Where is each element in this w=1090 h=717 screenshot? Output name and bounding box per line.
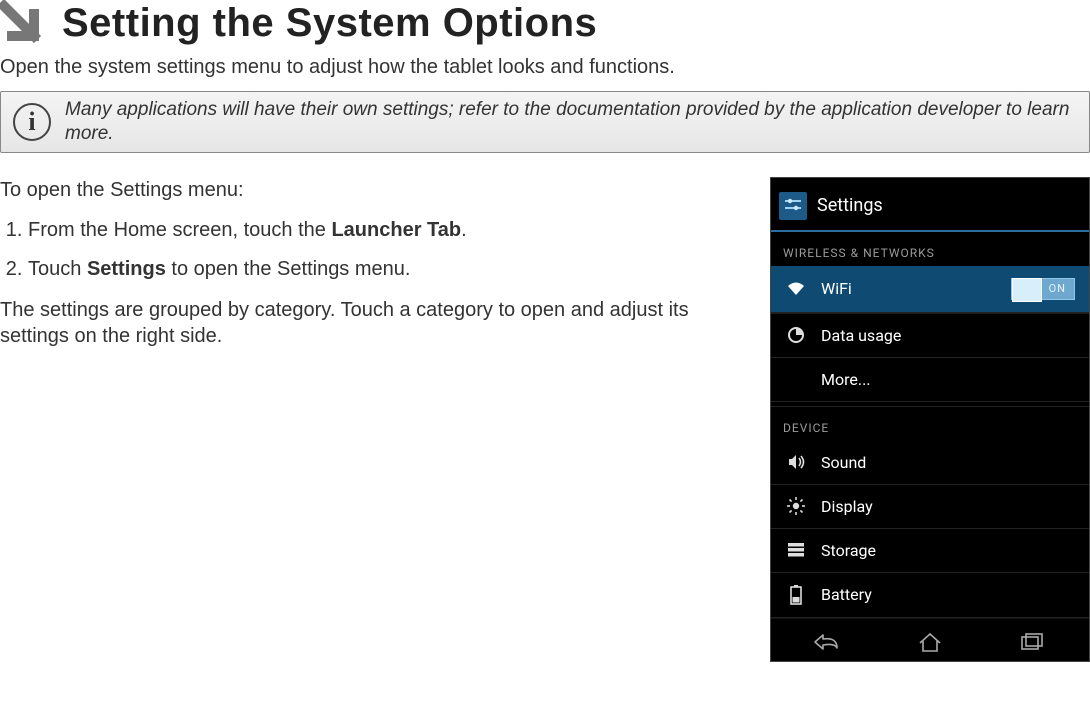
step-1: From the Home screen, touch the Launcher… xyxy=(28,217,742,244)
storage-icon xyxy=(785,542,807,558)
down-right-arrow-icon xyxy=(0,0,44,46)
nav-item-data-usage[interactable]: Data usage xyxy=(771,314,1089,358)
system-navbar xyxy=(771,618,1089,661)
nav-item-label: Sound xyxy=(821,453,1075,472)
nav-item-sound[interactable]: Sound xyxy=(771,441,1089,485)
nav-item-wifi[interactable]: WiFi ON xyxy=(771,266,1089,313)
section-header-wireless: WIRELESS & NETWORKS xyxy=(771,232,1089,266)
android-settings-screenshot: Settings WIRELESS & NETWORKS WiFi ON Dat… xyxy=(770,177,1090,662)
data-usage-icon xyxy=(785,326,807,344)
nav-item-label: WiFi xyxy=(821,279,997,298)
display-icon xyxy=(785,497,807,515)
battery-icon xyxy=(785,585,807,605)
info-text: Many applications will have their own se… xyxy=(65,98,1077,146)
wifi-toggle[interactable]: ON xyxy=(1011,278,1075,300)
nav-item-display[interactable]: Display xyxy=(771,485,1089,529)
back-button[interactable] xyxy=(807,629,849,655)
lead-text: To open the Settings menu: xyxy=(0,177,742,203)
nav-item-label: Display xyxy=(821,497,1075,516)
intro-text: Open the system settings menu to adjust … xyxy=(0,56,1090,79)
nav-item-storage[interactable]: Storage xyxy=(771,529,1089,573)
nav-item-label: More... xyxy=(821,370,1075,389)
nav-item-label: Data usage xyxy=(821,326,1075,345)
section-header-device: DEVICE xyxy=(771,406,1089,441)
nav-item-battery[interactable]: Battery xyxy=(771,573,1089,618)
recent-apps-icon xyxy=(1019,632,1045,652)
wifi-icon xyxy=(785,281,807,297)
settings-titlebar: Settings xyxy=(771,186,1089,232)
step-2: Touch Settings to open the Settings menu… xyxy=(28,256,742,283)
back-icon xyxy=(813,632,843,652)
home-button[interactable] xyxy=(909,629,951,655)
nav-item-more[interactable]: More... xyxy=(771,358,1089,402)
page-title: Setting the System Options xyxy=(62,1,597,46)
status-bar xyxy=(771,178,1089,186)
settings-title: Settings xyxy=(817,195,883,216)
steps-list: From the Home screen, touch the Launcher… xyxy=(0,217,742,283)
settings-sliders-icon xyxy=(779,192,807,220)
info-icon: i xyxy=(13,103,51,141)
nav-item-label: Storage xyxy=(821,541,1075,560)
sound-icon xyxy=(785,453,807,471)
recent-apps-button[interactable] xyxy=(1011,629,1053,655)
home-icon xyxy=(916,631,944,653)
instruction-column: To open the Settings menu: From the Home… xyxy=(0,177,750,363)
nav-item-label: Battery xyxy=(821,585,1075,604)
after-text: The settings are grouped by category. To… xyxy=(0,297,742,349)
info-callout: i Many applications will have their own … xyxy=(0,91,1090,153)
